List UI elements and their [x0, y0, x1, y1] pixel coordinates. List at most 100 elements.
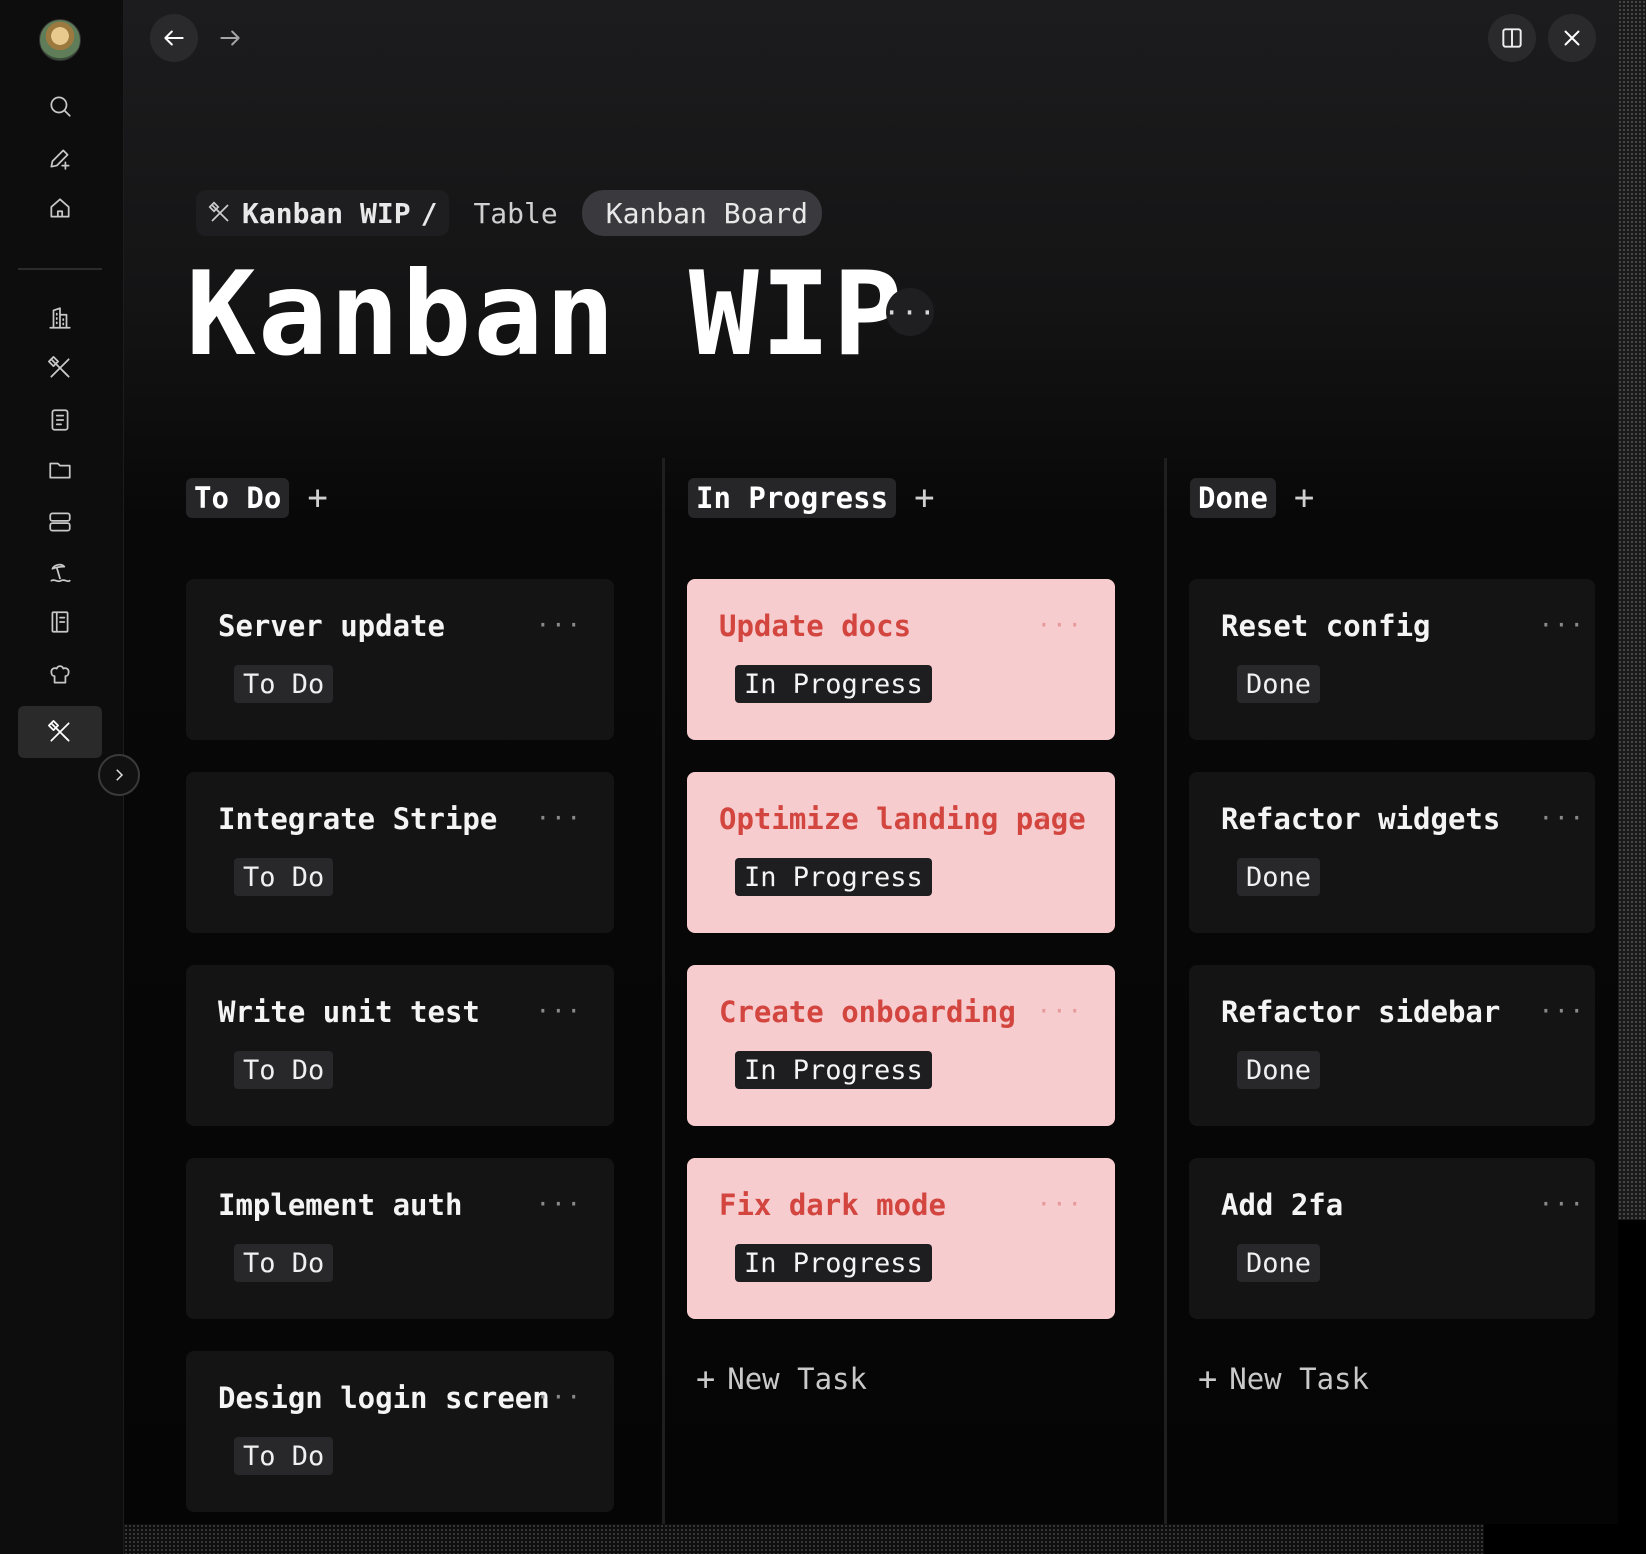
- status-badge: In Progress: [735, 858, 932, 896]
- arrow-left-icon: [164, 30, 184, 46]
- building-icon[interactable]: [34, 296, 86, 340]
- card-title: Design login screen: [218, 1381, 550, 1415]
- close-icon: [1564, 30, 1580, 46]
- card[interactable]: Server update ··· To Do: [186, 579, 614, 740]
- edit-icon[interactable]: [34, 136, 86, 180]
- new-task-label: New Task: [727, 1362, 867, 1396]
- card[interactable]: Write unit test ··· To Do: [186, 965, 614, 1126]
- card[interactable]: Integrate Stripe ··· To Do: [186, 772, 614, 933]
- breadcrumb-separator: /: [420, 196, 438, 230]
- status-badge: Done: [1237, 665, 1321, 703]
- column-title[interactable]: In Progress: [688, 478, 897, 518]
- document-icon[interactable]: [34, 398, 86, 442]
- column-header-done: Done +: [1190, 478, 1314, 518]
- page-more-button[interactable]: ···: [883, 288, 936, 336]
- new-task-button[interactable]: + New Task: [696, 1360, 867, 1398]
- status-badge: In Progress: [735, 1244, 932, 1282]
- card-more-button[interactable]: ···: [1539, 1190, 1585, 1218]
- card[interactable]: Optimize landing page ··· In Progress: [687, 772, 1115, 933]
- card-more-button[interactable]: ···: [1037, 804, 1083, 832]
- chevron-right-icon: [116, 769, 124, 781]
- card-more-button[interactable]: ···: [1037, 997, 1083, 1025]
- card-more-button[interactable]: ···: [1037, 1190, 1083, 1218]
- card-more-button[interactable]: ···: [536, 1383, 582, 1411]
- tools-icon[interactable]: [34, 346, 86, 390]
- status-badge: To Do: [234, 858, 334, 896]
- card-title: Refactor sidebar: [1221, 995, 1501, 1029]
- card-more-button[interactable]: ···: [1539, 804, 1585, 832]
- add-card-button[interactable]: +: [914, 481, 934, 515]
- split-view-button[interactable]: [1488, 14, 1536, 62]
- card-more-button[interactable]: ···: [536, 611, 582, 639]
- column-divider: [662, 458, 665, 1524]
- status-badge: Done: [1237, 1244, 1321, 1282]
- card-more-button[interactable]: ···: [1539, 611, 1585, 639]
- horizontal-scrollbar-area[interactable]: [124, 1524, 1484, 1554]
- card-title: Refactor widgets: [1221, 802, 1501, 836]
- status-badge: To Do: [234, 1051, 334, 1089]
- tab-table[interactable]: Table: [449, 190, 581, 236]
- tab-kanban-board[interactable]: Kanban Board: [581, 190, 823, 236]
- scrollbar-area[interactable]: [1618, 0, 1646, 1220]
- book-icon[interactable]: [34, 600, 86, 644]
- column-title[interactable]: Done: [1190, 478, 1276, 518]
- card[interactable]: Create onboarding ··· In Progress: [687, 965, 1115, 1126]
- forward-button[interactable]: [206, 14, 254, 62]
- add-card-button[interactable]: +: [1294, 481, 1314, 515]
- new-task-label: New Task: [1229, 1362, 1369, 1396]
- card[interactable]: Fix dark mode ··· In Progress: [687, 1158, 1115, 1319]
- breadcrumb-root-label: Kanban WIP: [242, 196, 411, 230]
- card-more-button[interactable]: ···: [536, 1190, 582, 1218]
- status-badge: In Progress: [735, 665, 932, 703]
- avatar[interactable]: [39, 19, 81, 61]
- page-title: Kanban WIP: [186, 247, 905, 382]
- tools-icon: [208, 201, 229, 222]
- status-badge: To Do: [234, 1437, 334, 1475]
- status-badge: Done: [1237, 1051, 1321, 1089]
- card-title: Optimize landing page: [719, 802, 1086, 836]
- split-view-icon: [1502, 28, 1522, 48]
- search-icon[interactable]: [34, 84, 86, 128]
- card-title: Update docs: [719, 609, 912, 643]
- column-divider: [1164, 458, 1167, 1524]
- chef-hat-icon[interactable]: [34, 652, 86, 696]
- column-title[interactable]: To Do: [186, 478, 290, 518]
- card-title: Add 2fa: [1221, 1188, 1344, 1222]
- card-title: Integrate Stripe: [218, 802, 498, 836]
- card[interactable]: Reset config ··· Done: [1189, 579, 1595, 740]
- folder-icon[interactable]: [34, 448, 86, 492]
- database-icon[interactable]: [34, 500, 86, 544]
- column-header-in-progress: In Progress +: [688, 478, 935, 518]
- card[interactable]: Implement auth ··· To Do: [186, 1158, 614, 1319]
- plus-icon: +: [696, 1360, 716, 1398]
- close-button[interactable]: [1548, 14, 1596, 62]
- card-title: Create onboarding: [719, 995, 1016, 1029]
- card[interactable]: Refactor widgets ··· Done: [1189, 772, 1595, 933]
- card-title: Implement auth: [218, 1188, 463, 1222]
- expand-sidebar-button[interactable]: [98, 754, 140, 796]
- card-more-button[interactable]: ···: [1037, 611, 1083, 639]
- card[interactable]: Update docs ··· In Progress: [687, 579, 1115, 740]
- beach-icon[interactable]: [34, 550, 86, 594]
- card-more-button[interactable]: ···: [536, 997, 582, 1025]
- card-more-button[interactable]: ···: [536, 804, 582, 832]
- rail-divider: [18, 268, 102, 270]
- arrow-right-icon: [220, 30, 240, 46]
- breadcrumb: Kanban WIP / Table Kanban Board: [196, 190, 823, 236]
- card-more-button[interactable]: ···: [1539, 997, 1585, 1025]
- home-icon[interactable]: [34, 186, 86, 230]
- card-title: Fix dark mode: [719, 1188, 946, 1222]
- add-card-button[interactable]: +: [307, 481, 327, 515]
- plus-icon: +: [1198, 1360, 1218, 1398]
- tools-icon-active[interactable]: [18, 706, 102, 758]
- card[interactable]: Add 2fa ··· Done: [1189, 1158, 1595, 1319]
- new-task-button[interactable]: + New Task: [1198, 1360, 1369, 1398]
- card[interactable]: Refactor sidebar ··· Done: [1189, 965, 1595, 1126]
- status-badge: To Do: [234, 665, 334, 703]
- card-title: Reset config: [1221, 609, 1431, 643]
- card-title: Server update: [218, 609, 445, 643]
- column-header-todo: To Do +: [186, 478, 328, 518]
- card[interactable]: Design login screen ··· To Do: [186, 1351, 614, 1512]
- breadcrumb-root[interactable]: Kanban WIP /: [196, 190, 450, 236]
- back-button[interactable]: [150, 14, 198, 62]
